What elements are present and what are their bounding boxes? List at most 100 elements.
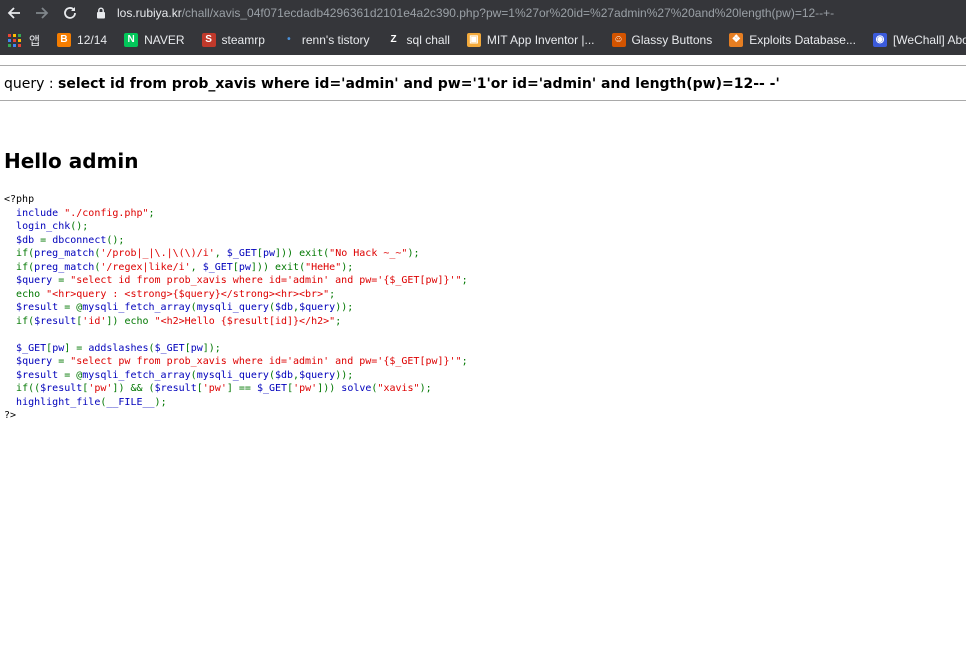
code-token: ])) <box>317 383 342 394</box>
bookmark-naver[interactable]: N NAVER <box>124 29 185 51</box>
forward-button[interactable] <box>28 0 56 25</box>
code-token: '/prob|_|\.|\(\)/i' <box>100 248 215 259</box>
arrow-right-icon <box>36 6 49 19</box>
bookmark-label: steamrp <box>221 33 265 47</box>
bookmarks-bar: 앱 B 12/14 N NAVER Ssteamrp • renn's tistory Zsql… <box>0 25 966 55</box>
divider-top <box>0 65 966 66</box>
bookmark-label: Exploits Database... <box>749 33 856 47</box>
bookmark-apps-grid[interactable]: 앱 <box>8 29 40 51</box>
bookmark-steamrp[interactable]: Ssteamrp <box>201 29 265 51</box>
code-token: dbconnect <box>52 234 107 246</box>
code-token: $_GET <box>16 342 47 354</box>
code-line: if(($result['pw']) && ($result['pw'] == … <box>4 383 432 394</box>
code-token: <?php <box>4 194 35 205</box>
hello-heading: Hello admin <box>4 149 139 173</box>
code-token: ]); <box>202 342 221 354</box>
code-line: $query = "select pw from prob_xavis wher… <box>4 356 468 367</box>
php-source-code: <?php include "./config.php"; login_chk(… <box>4 193 468 423</box>
code-token: ?> <box>4 410 17 421</box>
code-line: if(preg_match('/regex|like/i', $_GET[pw]… <box>4 262 353 273</box>
bookmark-mit-app-inventor[interactable]: ▣ MIT App Inventor |... <box>466 29 595 51</box>
bookmark-label: 12/14 <box>77 33 108 47</box>
code-token: $_GET <box>256 383 288 394</box>
bookmark-label: [WeChall] About... <box>892 33 966 47</box>
code-token: addslashes <box>88 342 149 354</box>
code-token: "./config.php" <box>64 207 149 219</box>
code-token: (); <box>70 221 89 232</box>
code-line: ?> <box>4 410 16 421</box>
bookmark-blogger[interactable]: B 12/14 <box>57 29 107 51</box>
code-token: highlight_file <box>16 396 101 408</box>
code-token: preg_match <box>34 248 95 259</box>
code-token: ] = <box>64 342 89 354</box>
code-token: "HeHe" <box>305 261 342 273</box>
back-button[interactable] <box>0 0 28 25</box>
code-token: )); <box>335 302 354 313</box>
code-token: $db <box>274 369 294 381</box>
code-token: $result <box>154 383 197 394</box>
bookmark-label: sql chall <box>406 33 450 47</box>
bookmark-z[interactable]: Zsql chall <box>387 29 450 51</box>
code-token: ]) echo <box>106 315 155 327</box>
code-token: '/regex|like/i' <box>100 261 191 273</box>
code-token: ] == <box>226 383 257 394</box>
code-token: 'pw' <box>88 383 113 394</box>
apps-grid-icon <box>8 33 21 47</box>
code-token: if( <box>16 315 35 327</box>
bookmark-glassy-buttons[interactable]: ☺ Glassy Buttons <box>611 29 712 51</box>
code-token: ); <box>154 396 167 408</box>
code-token: $query <box>16 275 59 286</box>
code-token: $db <box>274 302 294 313</box>
code-token: include <box>16 207 65 219</box>
code-line: highlight_file(__FILE__); <box>4 397 167 408</box>
bookmark-exploit-db[interactable]: ❖ Exploits Database... <box>729 29 856 51</box>
code-token: mysqli_query <box>196 302 269 313</box>
code-token: if(( <box>16 383 41 394</box>
code-token: $_GET <box>202 261 233 273</box>
code-line: if(preg_match('/prob|_|\.|\(\)/i', $_GET… <box>4 248 419 259</box>
arrow-left-icon <box>7 6 20 19</box>
bookmark-wechall[interactable]: ◉ [WeChall] About... <box>872 29 966 51</box>
code-token: "xavis" <box>377 383 420 394</box>
mit-app-inventor-icon: ▣ <box>466 33 481 47</box>
code-token: $query <box>299 302 336 313</box>
code-line: echo "<hr>query : <strong>{$query}</stro… <box>4 289 335 300</box>
address-bar[interactable]: los.rubiya.kr/chall/xavis_04f071ecdadb42… <box>96 0 966 25</box>
z-icon: Z <box>390 34 397 45</box>
code-token: pw <box>52 342 65 354</box>
page-content: query : select id from prob_xavis where … <box>0 55 966 658</box>
naver-icon: N <box>124 33 139 47</box>
code-token: $result <box>40 383 83 394</box>
code-token: ])) exit( <box>274 248 330 259</box>
code-token: ; <box>335 315 342 327</box>
bookmark-tistory[interactable]: • renn's tistory <box>282 29 369 51</box>
code-token: ; <box>461 356 468 367</box>
code-token: ]) && ( <box>112 383 155 394</box>
code-token: $query <box>16 356 59 367</box>
code-line: <?php <box>4 194 34 205</box>
wechall-icon: ◉ <box>872 33 887 47</box>
glassy-buttons-icon: ☺ <box>611 33 626 47</box>
divider-bottom <box>0 100 966 101</box>
code-token: = @ <box>64 302 83 313</box>
code-token: preg_match <box>34 261 95 273</box>
browser-toolbar: los.rubiya.kr/chall/xavis_04f071ecdadb42… <box>0 0 966 25</box>
blogger-icon: B <box>57 33 72 47</box>
code-token: pw <box>262 248 275 259</box>
code-token: = <box>58 356 71 367</box>
reload-button[interactable] <box>56 0 84 25</box>
code-line <box>4 329 10 340</box>
code-line: login_chk(); <box>4 221 88 232</box>
code-token: "<h2>Hello {$result[id]}</h2>" <box>154 315 336 327</box>
code-token: $_GET <box>154 342 185 354</box>
code-token: , <box>214 248 227 259</box>
